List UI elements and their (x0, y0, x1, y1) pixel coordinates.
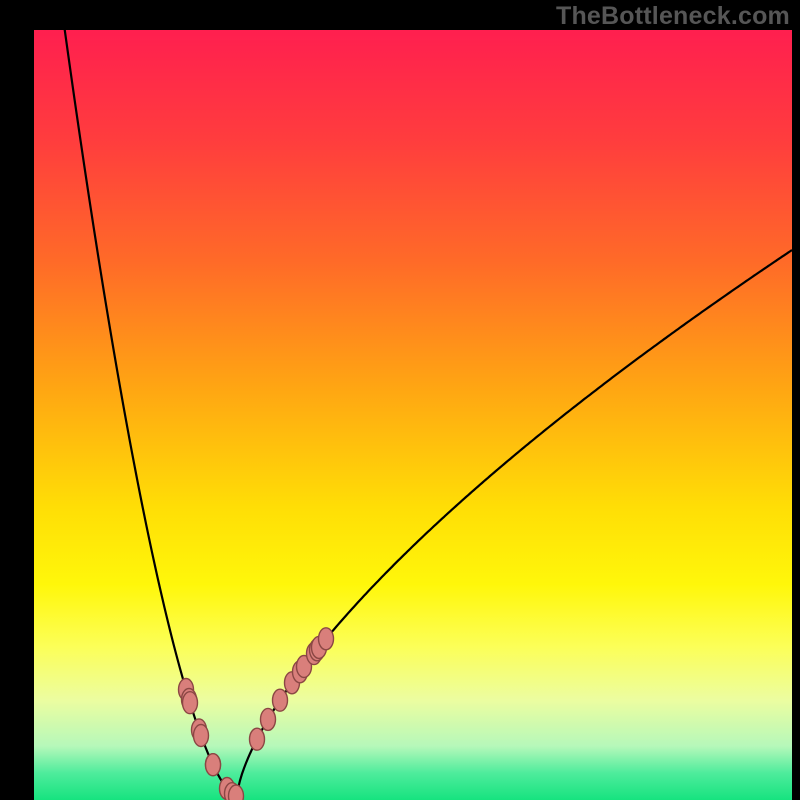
data-point-marker (194, 725, 209, 747)
data-point-marker (229, 785, 244, 800)
data-point-marker (250, 728, 265, 750)
watermark-text: TheBottleneck.com (556, 2, 790, 31)
plot-area (34, 30, 792, 800)
curve-overlay (34, 30, 792, 800)
data-point-marker (183, 692, 198, 714)
bottleneck-curve (34, 30, 792, 796)
chart-stage: TheBottleneck.com (0, 0, 800, 800)
data-point-marker (206, 754, 221, 776)
data-point-marker (273, 689, 288, 711)
data-point-marker (319, 628, 334, 650)
data-point-marker (261, 708, 276, 730)
